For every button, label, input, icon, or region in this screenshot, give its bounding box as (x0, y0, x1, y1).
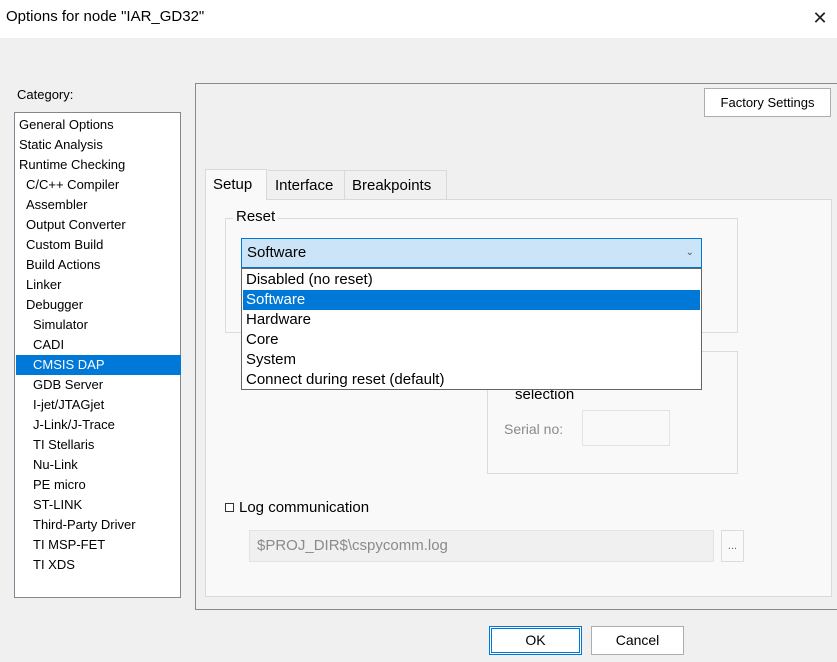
category-item[interactable]: General Options (16, 115, 181, 135)
category-item[interactable]: Linker (16, 275, 181, 295)
category-item[interactable]: I-jet/JTAGjet (16, 395, 181, 415)
reset-select-value: Software (247, 244, 307, 261)
category-item[interactable]: Third-Party Driver (16, 515, 181, 535)
category-item[interactable]: CMSIS DAP (16, 355, 181, 375)
reset-dropdown-list[interactable]: Disabled (no reset) Software Hardware Core S… (241, 268, 702, 390)
reset-option[interactable]: Core (243, 330, 700, 350)
category-item[interactable]: GDB Server (16, 375, 181, 395)
log-communication-checkbox[interactable] (225, 503, 234, 512)
category-item[interactable]: Build Actions (16, 255, 181, 275)
category-item[interactable]: Output Converter (16, 215, 181, 235)
category-item[interactable]: Nu-Link (16, 455, 181, 475)
window-title: Options for node "IAR_GD32" (6, 8, 205, 25)
category-item[interactable]: Simulator (16, 315, 181, 335)
reset-option[interactable]: Software (243, 290, 700, 310)
log-communication-label[interactable]: Log communication (239, 499, 369, 516)
reset-option[interactable]: System (243, 350, 700, 370)
reset-group-label: Reset (233, 208, 279, 225)
serial-no-label: Serial no: (504, 421, 564, 437)
category-item[interactable]: ST-LINK (16, 495, 181, 515)
category-item[interactable]: Static Analysis (16, 135, 181, 155)
serial-no-input[interactable] (582, 410, 670, 446)
close-icon[interactable]: ✕ (805, 4, 835, 32)
cancel-button[interactable]: Cancel (591, 626, 684, 655)
category-item[interactable]: J-Link/J-Trace (16, 415, 181, 435)
tab-interface[interactable]: Interface (268, 170, 345, 199)
factory-settings-button[interactable]: Factory Settings (704, 88, 831, 117)
category-item[interactable]: TI XDS (16, 555, 181, 575)
category-item[interactable]: PE micro (16, 475, 181, 495)
category-label: Category: (17, 87, 74, 102)
category-item[interactable]: TI Stellaris (16, 435, 181, 455)
tab-breakpoints[interactable]: Breakpoints (345, 170, 447, 199)
title-bar: Options for node "IAR_GD32" ✕ (0, 0, 837, 38)
category-item[interactable]: Custom Build (16, 235, 181, 255)
category-item[interactable]: C/C++ Compiler (16, 175, 181, 195)
category-item[interactable]: Debugger (16, 295, 181, 315)
chevron-down-icon: ⌄ (685, 247, 694, 258)
tab-setup[interactable]: Setup (205, 169, 267, 200)
category-item[interactable]: Assembler (16, 195, 181, 215)
category-item[interactable]: Runtime Checking (16, 155, 181, 175)
category-item[interactable]: TI MSP-FET (16, 535, 181, 555)
reset-option[interactable]: Connect during reset (default) (243, 370, 700, 390)
category-item[interactable]: CADI (16, 335, 181, 355)
log-path-input: $PROJ_DIR$\cspycomm.log (249, 530, 714, 562)
reset-select[interactable]: Software ⌄ (241, 238, 702, 268)
browse-button: ... (721, 530, 744, 562)
category-list[interactable]: General Options Static Analysis Runtime Ch… (14, 112, 181, 598)
reset-option[interactable]: Disabled (no reset) (243, 270, 700, 290)
reset-option[interactable]: Hardware (243, 310, 700, 330)
ok-button[interactable]: OK (489, 626, 582, 655)
